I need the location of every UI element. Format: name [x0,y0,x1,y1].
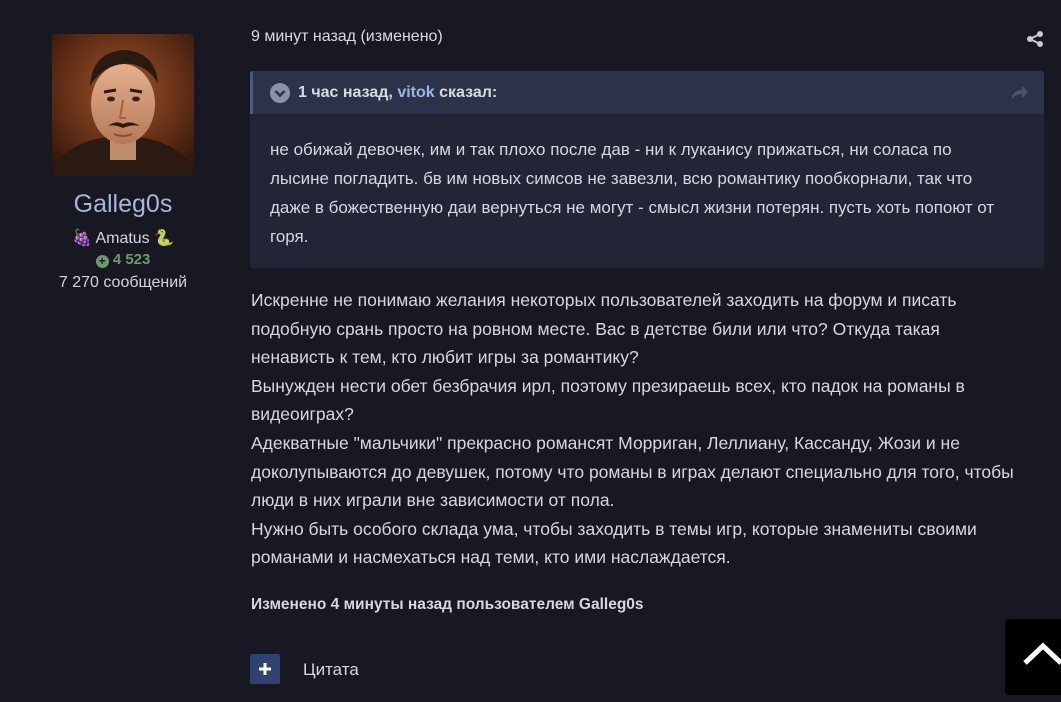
quote-button[interactable]: Цитата [303,660,359,680]
post-timestamp[interactable]: 9 минут назад (изменено) [251,28,443,46]
author-posts-count: 7 270 сообщений [58,274,188,291]
quote-said: сказал: [439,84,498,101]
plus-circle-icon: + [95,255,109,268]
avatar-image [52,34,194,176]
reputation-value: 4 523 [112,251,151,268]
post-paragraph: Искренне не понимаю желания некоторых по… [251,290,957,368]
author-rank: 🍇 Amatus 🐍 [71,230,175,247]
multiquote-button[interactable] [250,654,280,684]
back-to-top-button[interactable] [1005,619,1061,695]
chevron-up-icon [1023,642,1061,665]
quote-toggle-button[interactable] [270,83,290,103]
quote-time: 1 час назад, [298,84,393,101]
quote-citation: 1 час назад, vitok сказал: [298,84,497,102]
post-paragraph: Нужно быть особого склада ума, чтобы зах… [251,518,977,568]
post-paragraph: Адекватные "мальчики" прекрасно романсят… [251,432,1014,511]
post-paragraph: Вынужден нести обет безбрачия ирл, поэто… [251,375,965,425]
avatar[interactable] [52,34,194,176]
quote-header: 1 час назад, vitok сказал: [250,71,1044,114]
edited-note: Изменено 4 минуты назад пользователем Ga… [251,596,644,613]
chevron-down-icon [274,90,286,98]
quote-author-link[interactable]: vitok [397,84,434,101]
reputation-badge: + 4 523 [0,251,246,268]
plus-icon [259,663,271,675]
post-content: Искренне не понимаю желания некоторых по… [251,286,1026,572]
share-icon[interactable] [1026,30,1044,48]
author-username[interactable]: Galleg0s [0,190,246,219]
quote-text: не обижай девочек, им и так плохо после … [270,140,995,246]
reply-arrow-icon[interactable] [1009,84,1029,102]
quote-block: 1 час назад, vitok сказал: не обижай дев… [250,71,1044,268]
